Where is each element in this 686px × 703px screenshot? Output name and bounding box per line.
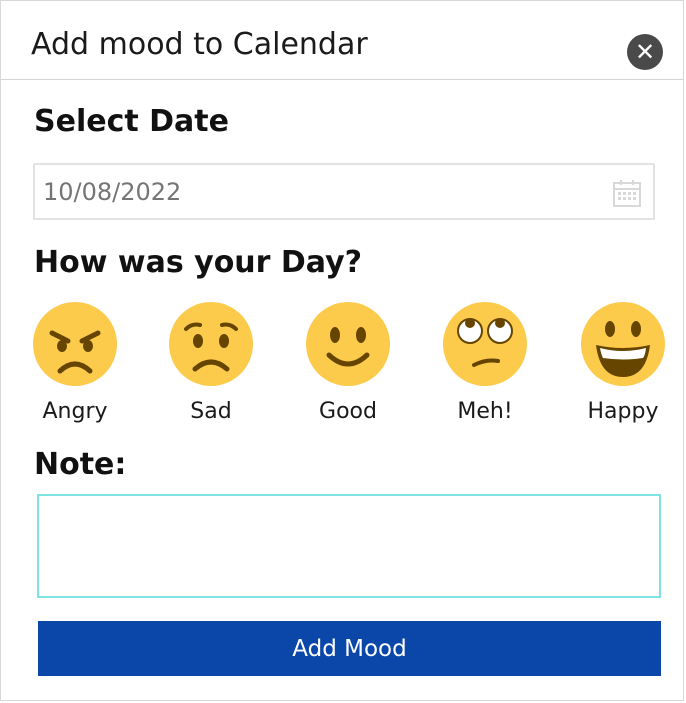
add-mood-dialog: Add mood to Calendar ✕ Select Date How w… (0, 0, 684, 701)
mood-label-sad: Sad (190, 399, 232, 424)
note-input[interactable] (39, 496, 659, 596)
calendar-icon[interactable] (613, 179, 641, 211)
mood-label-angry: Angry (42, 399, 108, 424)
date-input[interactable] (43, 175, 603, 209)
mood-option-angry[interactable]: Angry (20, 301, 130, 424)
select-date-label: Select Date (34, 104, 229, 139)
mood-option-sad[interactable]: Sad (156, 301, 266, 424)
dialog-header: Add mood to Calendar ✕ (1, 1, 683, 80)
close-button[interactable]: ✕ (627, 34, 663, 70)
mood-option-good[interactable]: Good (293, 301, 403, 424)
close-icon: ✕ (634, 38, 656, 66)
dialog-title: Add mood to Calendar (31, 27, 368, 62)
mood-question-label: How was your Day? (34, 245, 363, 280)
mood-options: Angry Sad Good Meh! Happy (1, 301, 686, 431)
add-mood-button[interactable]: Add Mood (38, 621, 661, 676)
mood-label-good: Good (319, 399, 377, 424)
mood-label-happy: Happy (587, 399, 659, 424)
note-field[interactable] (37, 494, 661, 598)
grinning-face-icon (581, 302, 665, 386)
angry-face-icon (33, 302, 117, 386)
mood-label-meh: Meh! (457, 399, 513, 424)
eye-roll-face-icon (443, 302, 527, 386)
date-field[interactable] (33, 163, 655, 220)
sad-face-icon (169, 302, 253, 386)
smiling-face-icon (306, 302, 390, 386)
note-label: Note: (34, 447, 127, 482)
mood-option-meh[interactable]: Meh! (430, 301, 540, 424)
mood-option-happy[interactable]: Happy (568, 301, 678, 424)
